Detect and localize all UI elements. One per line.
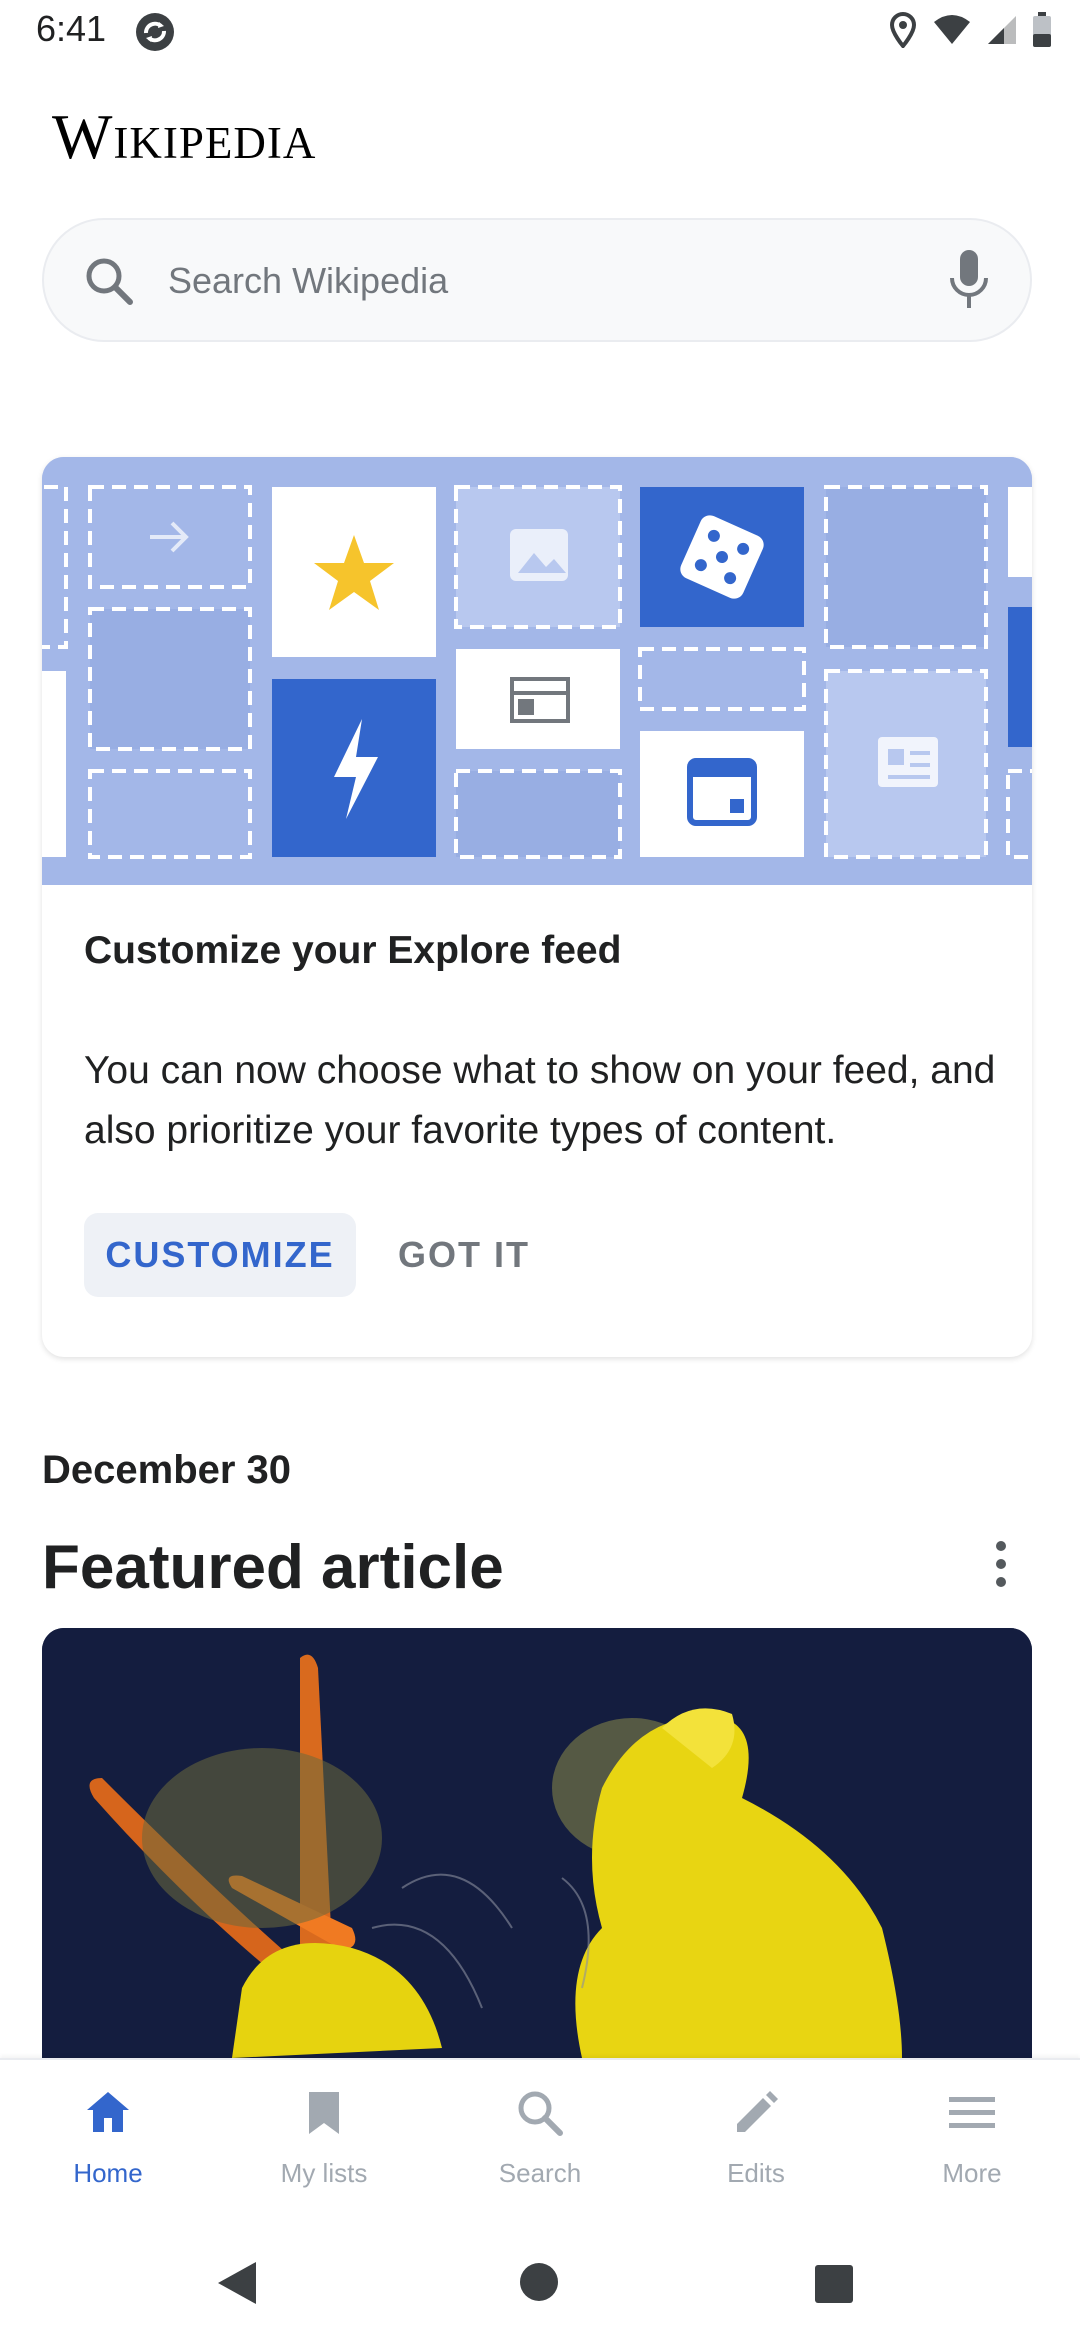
nav-more-label: More bbox=[942, 2158, 1002, 2188]
status-time: 6:41 bbox=[36, 8, 107, 49]
microphone-icon[interactable] bbox=[946, 248, 992, 312]
nav-edits-label: Edits bbox=[727, 2158, 785, 2188]
nav-home[interactable]: Home bbox=[0, 2060, 216, 2222]
nav-more[interactable]: More bbox=[864, 2060, 1080, 2222]
more-vert-icon[interactable] bbox=[988, 1538, 1014, 1590]
customize-button[interactable]: CUSTOMIZE bbox=[84, 1213, 356, 1297]
home-button-icon[interactable] bbox=[519, 2262, 559, 2302]
home-icon bbox=[87, 2092, 129, 2132]
pencil-icon bbox=[737, 2091, 778, 2132]
wikipedia-wordmark: Wikipedia bbox=[52, 101, 317, 172]
featured-article-heading: Featured article bbox=[42, 1533, 504, 1602]
location-icon bbox=[889, 12, 917, 48]
nav-my-lists-label: My lists bbox=[280, 2158, 368, 2188]
got-it-button[interactable]: GOT IT bbox=[398, 1213, 530, 1297]
recents-icon[interactable] bbox=[814, 2264, 854, 2304]
signal-icon bbox=[988, 16, 1016, 44]
card-title: Customize your Explore feed bbox=[84, 929, 622, 972]
nav-my-lists[interactable]: My lists bbox=[216, 2060, 432, 2222]
bottom-navigation: Home My lists Search Edits More bbox=[0, 2058, 1080, 2222]
back-icon[interactable] bbox=[216, 2260, 258, 2306]
customize-feed-card: Customize your Explore feed You can now … bbox=[42, 457, 1032, 1357]
menu-icon bbox=[949, 2097, 995, 2128]
nav-edits[interactable]: Edits bbox=[648, 2060, 864, 2222]
feed-illustration bbox=[42, 457, 1032, 885]
system-navigation-bar bbox=[0, 2220, 1080, 2340]
nav-search[interactable]: Search bbox=[432, 2060, 648, 2222]
bookmark-icon bbox=[309, 2092, 339, 2134]
nav-search-label: Search bbox=[498, 2158, 582, 2188]
search-placeholder: Search Wikipedia bbox=[168, 260, 449, 301]
search-bar[interactable]: Search Wikipedia bbox=[42, 218, 1032, 342]
search-icon bbox=[518, 2091, 563, 2136]
featured-article-image[interactable] bbox=[42, 1628, 1032, 2058]
sync-icon bbox=[136, 13, 174, 51]
search-icon bbox=[86, 258, 133, 305]
feed-date: December 30 bbox=[42, 1448, 292, 1492]
status-bar: 6:41 bbox=[0, 0, 1080, 66]
battery-icon bbox=[1033, 12, 1051, 47]
card-body: You can now choose what to show on your … bbox=[84, 1049, 996, 1152]
microscopy-image bbox=[42, 1628, 1032, 2058]
nav-home-label: Home bbox=[73, 2158, 143, 2188]
wifi-icon bbox=[934, 15, 970, 44]
